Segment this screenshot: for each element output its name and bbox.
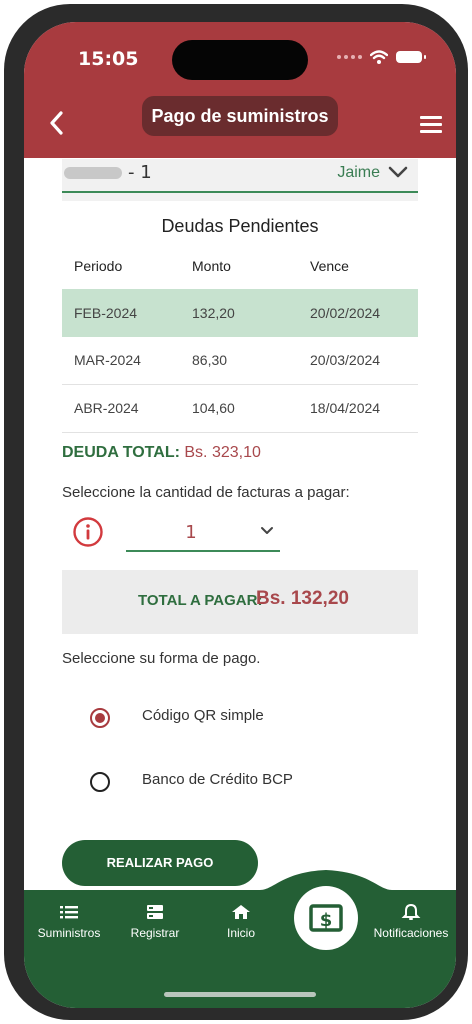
nav-inicio[interactable]: Inicio: [196, 904, 286, 940]
cell-periodo: FEB-2024: [74, 305, 138, 321]
cell-periodo: ABR-2024: [74, 400, 139, 416]
signal-icon: [337, 55, 362, 59]
table-row[interactable]: MAR-2024 86,30 20/03/2024: [62, 336, 418, 385]
column-monto: Monto: [192, 258, 231, 274]
total-to-pay-value: Bs. 132,20: [256, 588, 349, 609]
cell-monto: 86,30: [192, 352, 228, 368]
invoice-count-value: 1: [185, 522, 197, 543]
account-suffix: - 1: [128, 162, 152, 183]
phone-frame: 15:05 Pago de suministros - 1 Jaime Deud…: [4, 4, 468, 1020]
table-row[interactable]: FEB-2024 132,20 20/02/2024: [62, 289, 418, 337]
register-icon: [147, 905, 163, 919]
wifi-icon: [370, 50, 388, 64]
debts-title: Deudas Pendientes: [161, 216, 319, 236]
info-icon[interactable]: [72, 516, 104, 548]
nav-notificaciones[interactable]: Notificaciones: [366, 904, 456, 940]
cell-monto: 132,20: [192, 305, 235, 321]
table-header: Periodo Monto Vence: [62, 256, 418, 286]
battery-icon: [396, 51, 426, 63]
radio-selected[interactable]: [90, 708, 110, 728]
menu-icon[interactable]: [420, 116, 442, 134]
home-icon: [232, 905, 250, 919]
status-icons: [337, 50, 426, 64]
account-underline: [62, 191, 418, 193]
column-vence: Vence: [310, 258, 349, 274]
chevron-down-icon[interactable]: [388, 165, 408, 179]
account-selector[interactable]: - 1 Jaime: [62, 159, 418, 201]
payment-method-prompt: Seleccione su forma de pago.: [62, 650, 261, 667]
total-to-pay-box: TOTAL A PAGAR: Bs. 132,20: [62, 570, 418, 634]
dollar-bill-icon: $: [309, 904, 343, 932]
payment-center-button[interactable]: $: [294, 886, 358, 950]
status-time: 15:05: [78, 48, 139, 70]
cell-vence: 18/04/2024: [310, 400, 381, 416]
account-holder-name: Jaime: [337, 164, 380, 181]
dynamic-island: [172, 40, 308, 80]
list-icon: [60, 906, 78, 919]
nav-label: Suministros: [37, 926, 101, 940]
total-to-pay-label: TOTAL A PAGAR:: [138, 592, 263, 609]
bell-icon: [401, 904, 421, 920]
nav-registrar[interactable]: Registrar: [110, 904, 200, 940]
nav-label: Registrar: [130, 926, 180, 940]
column-periodo: Periodo: [74, 258, 123, 274]
nav-label: Inicio: [226, 926, 255, 940]
back-chevron-icon[interactable]: [44, 108, 70, 138]
cell-vence: 20/03/2024: [310, 352, 381, 368]
debt-total: DEUDA TOTAL: Bs. 323,10: [62, 444, 261, 462]
home-indicator[interactable]: [164, 992, 316, 997]
chevron-down-icon: [261, 527, 273, 534]
payment-option-label: Código QR simple: [142, 707, 264, 724]
invoice-count-prompt: Seleccione la cantidad de facturas a pag…: [62, 484, 350, 501]
debt-total-label: DEUDA TOTAL:: [62, 444, 180, 461]
svg-text:$: $: [320, 910, 333, 931]
nav-suministros[interactable]: Suministros: [24, 904, 114, 940]
cell-periodo: MAR-2024: [74, 352, 141, 368]
debt-total-value: Bs. 323,10: [184, 444, 261, 461]
account-number-redacted: [64, 167, 122, 179]
table-row[interactable]: ABR-2024 104,60 18/04/2024: [62, 384, 418, 433]
screen: 15:05 Pago de suministros - 1 Jaime Deud…: [24, 22, 456, 1008]
invoice-count-select[interactable]: 1: [126, 520, 280, 552]
payment-option-label: Banco de Crédito BCP: [142, 771, 293, 788]
nav-label: Notificaciones: [373, 926, 449, 940]
cell-monto: 104,60: [192, 400, 235, 416]
page-title: Pago de suministros: [142, 96, 338, 136]
app-header: 15:05 Pago de suministros: [24, 22, 456, 158]
radio-unselected[interactable]: [90, 772, 110, 792]
cell-vence: 20/02/2024: [310, 305, 381, 321]
